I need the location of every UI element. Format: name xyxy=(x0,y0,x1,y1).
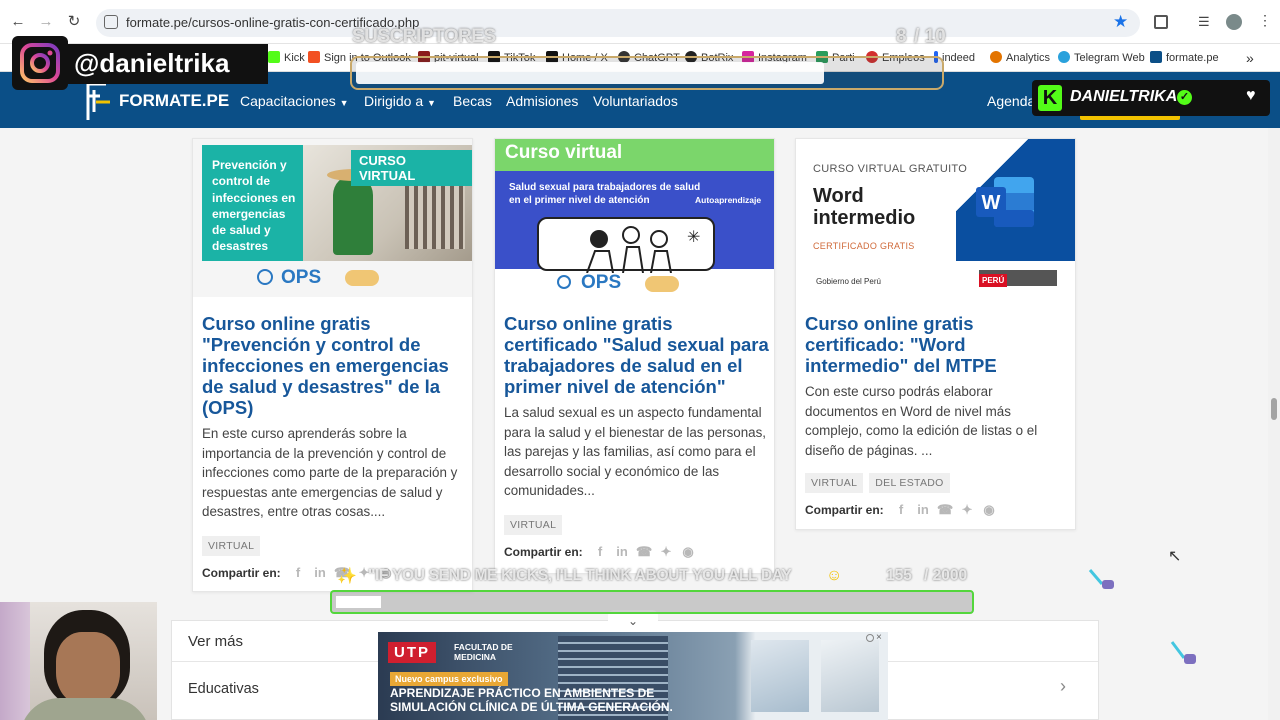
bookmark-star-icon[interactable]: ★ xyxy=(1113,12,1128,32)
chevron-right-icon[interactable]: › xyxy=(1060,676,1066,697)
media-control-icon[interactable]: ☰ xyxy=(1198,14,1210,30)
bookmark-kick[interactable]: Kick xyxy=(268,44,305,72)
tag-del-estado[interactable]: DEL ESTADO xyxy=(869,473,950,493)
twitter-icon[interactable]: ✦ xyxy=(658,544,674,560)
scrollbar-thumb[interactable] xyxy=(1271,398,1277,420)
address-bar[interactable]: formate.pe/cursos-online-gratis-con-cert… xyxy=(96,9,1140,37)
more-bookmarks-icon[interactable]: » xyxy=(1246,44,1254,72)
profile-avatar[interactable] xyxy=(1226,14,1242,30)
heart-icon: ♥ xyxy=(1246,87,1256,104)
whatsapp-icon[interactable]: ☎ xyxy=(636,544,652,560)
tag-virtual[interactable]: VIRTUAL xyxy=(805,473,864,493)
ad-photo-2 xyxy=(821,640,879,712)
reload-icon[interactable]: ↻ xyxy=(64,12,84,32)
webcam-feed xyxy=(0,602,157,720)
verified-icon: ✓ xyxy=(1177,90,1192,105)
messenger-icon[interactable]: ◉ xyxy=(680,544,696,560)
course-image-3[interactable]: W CURSO VIRTUAL GRATUITO Word intermedio… xyxy=(796,139,1075,297)
facebook-icon[interactable]: f xyxy=(893,502,909,517)
course-image-1[interactable]: Prevención y control de infecciones en emer… xyxy=(193,139,472,297)
share-row-2: Compartir en: f in ☎ ✦ ◉ xyxy=(504,544,696,560)
share-row-3: Compartir en: f in ☎ ✦ ◉ xyxy=(805,502,997,518)
facebook-icon[interactable]: f xyxy=(592,544,608,559)
kick-username: DANIELTRIKA xyxy=(1070,88,1178,105)
utp-ad-banner[interactable]: UTP FACULTAD DE MEDICINA Nuevo campus exc… xyxy=(378,632,888,720)
subs-goal-fill xyxy=(356,62,824,84)
linkedin-icon[interactable]: in xyxy=(312,565,328,580)
ad-info-icon[interactable] xyxy=(866,634,874,642)
who-logo-icon xyxy=(257,269,273,285)
word-logo-icon: W xyxy=(976,175,1036,229)
tags-2: VIRTUAL xyxy=(504,515,568,535)
course-desc-3: Con este curso podrás elaborar documento… xyxy=(805,384,1038,458)
forward-icon[interactable]: → xyxy=(36,12,56,32)
tag-virtual[interactable]: VIRTUAL xyxy=(202,536,261,556)
ops-logo-text-2: OPS xyxy=(581,272,622,293)
formate-logo-icon xyxy=(84,82,116,122)
course-desc-2: La salud sexual es un aspecto fundamenta… xyxy=(504,405,767,498)
bookmark-telegram[interactable]: Telegram Web xyxy=(1058,44,1145,72)
sparkle-icon: ✳ xyxy=(687,229,701,246)
ad-close-icon[interactable]: × xyxy=(876,632,882,643)
share-row-1: Compartir en: f in ☎ ✦ ◉ xyxy=(202,565,394,581)
instagram-overlay-icon xyxy=(12,36,68,90)
bookmark-analytics[interactable]: Analytics xyxy=(990,44,1050,72)
instagram-handle: @danieltrika xyxy=(68,44,268,84)
kick-logo-icon: K xyxy=(1038,85,1062,111)
kicks-goal-fill xyxy=(336,596,381,608)
linkedin-icon[interactable]: in xyxy=(614,544,630,559)
tags-1: VIRTUAL xyxy=(202,536,266,556)
linkedin-icon[interactable]: in xyxy=(915,502,931,517)
more-header: Ver más xyxy=(188,633,244,650)
course-card-1[interactable]: Prevención y control de infecciones en emer… xyxy=(192,138,473,592)
course-desc-1: En este curso aprenderás sobre la import… xyxy=(202,426,458,519)
smirk-emoji-icon: ☺ xyxy=(826,567,843,584)
more-item-educativas[interactable]: Educativas xyxy=(188,681,259,697)
svg-text:W: W xyxy=(982,192,1001,214)
kicks-goal-text: "IF YOU SEND ME KICKS, I'LL THINK ABOUT … xyxy=(368,567,792,584)
curso-virtual-badge: CURSO VIRTUAL xyxy=(351,150,472,186)
course-image-2[interactable]: Curso virtual Salud sexual para trabajad… xyxy=(495,139,774,297)
twitter-icon[interactable]: ✦ xyxy=(959,502,975,518)
nav-agenda[interactable]: Agenda xyxy=(987,72,1035,128)
tag-virtual[interactable]: VIRTUAL xyxy=(504,515,563,535)
subs-goal-count: 8 xyxy=(896,26,907,47)
facebook-icon[interactable]: f xyxy=(290,565,306,580)
kicks-goal-total: / 2000 xyxy=(924,567,968,584)
ops-logo-text: OPS xyxy=(281,267,322,288)
back-icon[interactable]: ← xyxy=(8,12,28,32)
browser-toolbar: ← → ↻ formate.pe/cursos-online-gratis-co… xyxy=(0,0,1280,44)
menu-icon[interactable]: ⋮ xyxy=(1258,12,1272,29)
tags-3: VIRTUAL DEL ESTADO xyxy=(805,473,956,493)
extensions-icon[interactable] xyxy=(1154,15,1168,29)
campus-virtual-logo-icon xyxy=(345,270,379,286)
cat-sticker-icon-2 xyxy=(1170,640,1198,668)
cat-sticker-icon xyxy=(1088,568,1116,592)
utp-logo: UTP xyxy=(388,642,436,663)
mouse-cursor-icon: ↖ xyxy=(1168,548,1182,565)
subs-goal-label: SUSCRIPTORES xyxy=(352,26,496,47)
who-logo-icon-2 xyxy=(557,275,571,289)
course-title-3[interactable]: Curso online gratis certificado: "Word i… xyxy=(805,313,1071,376)
kick-badge: K DANIELTRIKA ✓ ♥ xyxy=(1032,80,1270,116)
site-info-icon[interactable] xyxy=(104,15,118,29)
ad-photo-1 xyxy=(751,640,809,712)
whatsapp-icon[interactable]: ☎ xyxy=(937,502,953,518)
course-card-3[interactable]: W CURSO VIRTUAL GRATUITO Word intermedio… xyxy=(795,138,1076,530)
course-title-2[interactable]: Curso online gratis certificado "Salud s… xyxy=(504,313,770,397)
kicks-goal-progress xyxy=(330,590,974,614)
bookmark-formate[interactable]: formate.pe xyxy=(1150,44,1219,72)
subs-goal-total: / 10 xyxy=(914,26,946,47)
star-emoji-icon: ✨ xyxy=(337,568,357,585)
messenger-icon[interactable]: ◉ xyxy=(981,502,997,518)
peru-ministry-logo: PERÚ xyxy=(979,270,1057,287)
subs-goal-progress xyxy=(350,56,944,90)
gob-peru-logo: Gobierno del Perú xyxy=(816,277,881,286)
course-title-1[interactable]: Curso online gratis "Prevención y contro… xyxy=(202,313,464,418)
scrollbar[interactable] xyxy=(1268,128,1280,720)
campus-virtual-logo-icon-2 xyxy=(645,276,679,292)
kicks-goal-count: 155 xyxy=(886,567,912,584)
course-card-2[interactable]: Curso virtual Salud sexual para trabajad… xyxy=(494,138,775,574)
